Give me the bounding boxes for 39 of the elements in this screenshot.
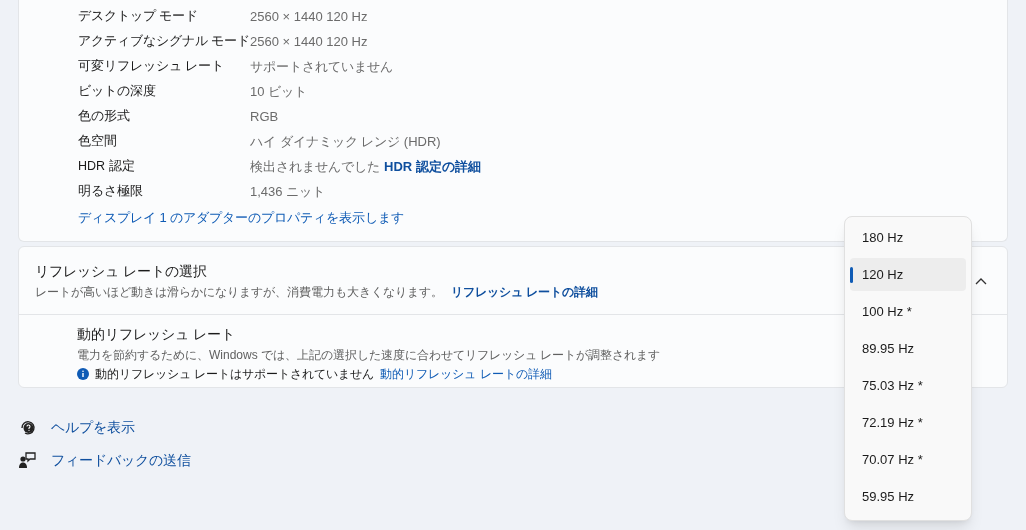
info-label: HDR 認定 (78, 158, 136, 176)
info-label: 色空間 (78, 133, 118, 151)
footer-link[interactable]: ヘルプを表示 (51, 416, 135, 438)
info-link[interactable]: HDR 認定の詳細 (384, 156, 481, 177)
info-value: サポートされていません (250, 57, 393, 76)
info-label: アクティブなシグナル モード (78, 33, 250, 51)
info-label: 明るさ極限 (78, 183, 144, 201)
info-value: 2560 × 1440 120 Hz (250, 32, 368, 51)
dropdown-option[interactable]: 72.19 Hz * (850, 406, 966, 439)
dropdown-option[interactable]: 59.95 Hz (850, 480, 966, 513)
dropdown-option[interactable]: 75.03 Hz * (850, 369, 966, 402)
info-icon (77, 368, 89, 380)
info-label: デスクトップ モード (78, 8, 200, 26)
dropdown-option[interactable]: 89.95 Hz (850, 332, 966, 365)
info-value: ハイ ダイナミック レンジ (HDR) (250, 132, 441, 151)
dropdown-option[interactable]: 120 Hz (850, 258, 966, 291)
dropdown-option[interactable]: 100 Hz * (850, 295, 966, 328)
info-value: 検出されませんでした (250, 157, 380, 176)
info-value: 2560 × 1440 120 Hz (250, 7, 368, 26)
info-label: ビットの深度 (78, 83, 157, 101)
adapter-properties-link[interactable]: ディスプレイ 1 のアダプターのプロパティを表示します (78, 207, 405, 228)
info-value: 1,436 ニット (250, 182, 326, 201)
dropdown-option[interactable]: 180 Hz (850, 221, 966, 254)
dynamic-refresh-details-link[interactable]: 動的リフレッシュ レートの詳細 (380, 365, 552, 383)
setting-title: 動的リフレッシュ レート (77, 325, 235, 344)
dropdown-option[interactable]: 70.07 Hz * (850, 443, 966, 476)
info-label: 可変リフレッシュ レート (78, 58, 226, 76)
info-value: 10 ビット (250, 82, 308, 101)
refresh-rate-details-link[interactable]: リフレッシュ レートの詳細 (451, 282, 599, 301)
chevron-icon[interactable] (975, 276, 987, 285)
info-text: 動的リフレッシュ レートはサポートされていません (95, 366, 375, 383)
setting-description: レートが高いほど動きは滑らかになりますが、消費電力も大きくなります。 (35, 283, 443, 301)
setting-description: 電力を節約するために、Windows では、上記の選択した速度に合わせてリフレッシュ レートが調整されます (77, 347, 661, 364)
help-icon (18, 418, 36, 436)
setting-title: リフレッシュ レートの選択 (35, 261, 207, 281)
info-value: RGB (250, 107, 279, 126)
info-label: 色の形式 (78, 108, 131, 126)
feedback-icon (18, 451, 36, 469)
footer-link[interactable]: フィードバックの送信 (51, 449, 191, 471)
